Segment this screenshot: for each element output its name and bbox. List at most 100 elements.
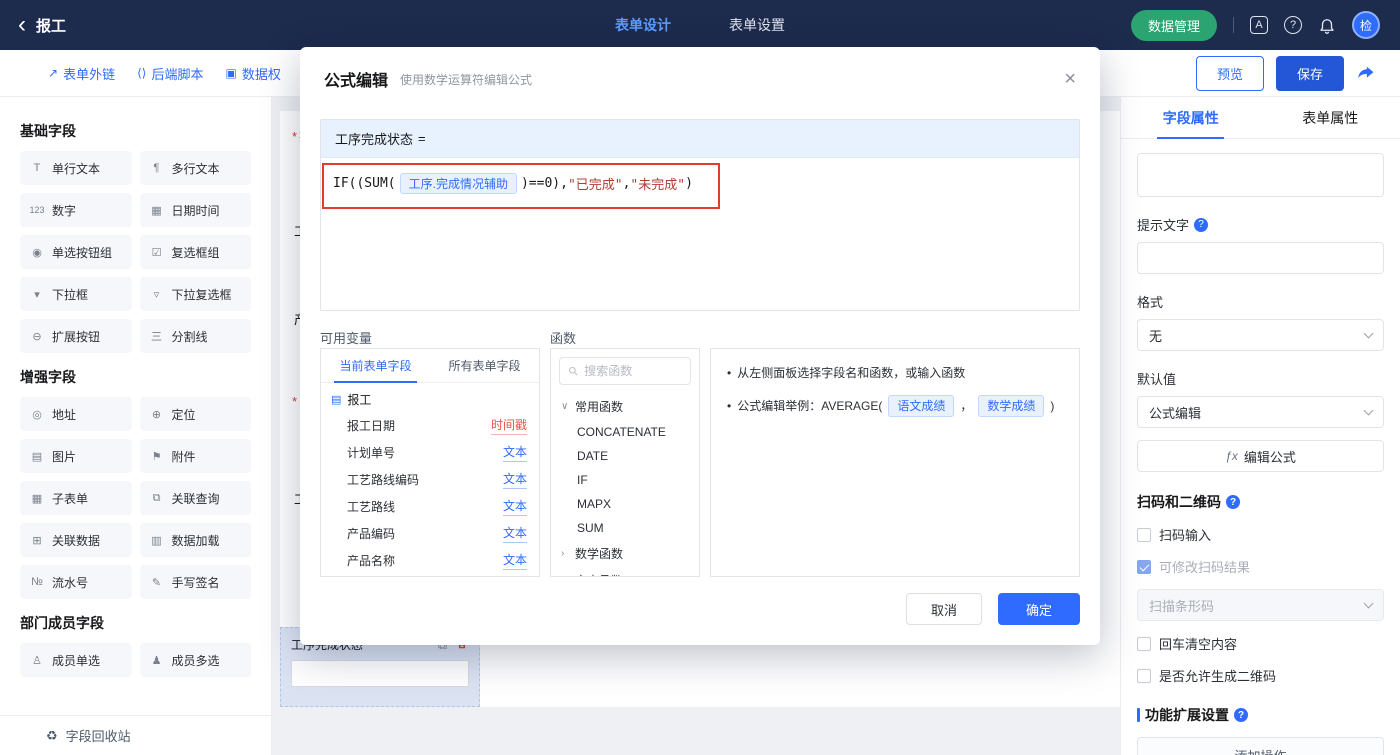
preview-button[interactable]: 预览: [1195, 55, 1264, 91]
tab-form-design[interactable]: 表单设计: [615, 15, 671, 35]
translate-icon[interactable]: A: [1250, 16, 1268, 34]
help-icon[interactable]: ?: [1284, 16, 1302, 34]
field-item-label: 附件: [171, 449, 196, 464]
field-item-label: 日期时间: [171, 203, 220, 218]
sidebar-item-dropdown[interactable]: ▾ 下拉框: [20, 277, 132, 311]
sidebar-item-checkbox-group[interactable]: ☑ 复选框组: [139, 235, 251, 269]
edit-formula-button[interactable]: ƒx 编辑公式: [1137, 440, 1384, 472]
variable-item[interactable]: 产品名称 文本: [321, 547, 539, 574]
checkbox-row-enter-clear[interactable]: 回车清空内容: [1137, 634, 1384, 653]
sidebar-item-dropdown-multi[interactable]: ▿ 下拉复选框: [139, 277, 251, 311]
function-item[interactable]: CONCATENATE: [551, 420, 699, 444]
notification-bell-icon[interactable]: [1318, 16, 1336, 34]
chevron-down-icon: [1363, 405, 1374, 416]
help-icon[interactable]: ?: [1226, 495, 1240, 509]
function-item[interactable]: IF: [551, 468, 699, 492]
sidebar-item-radio-group[interactable]: ◉ 单选按钮组: [20, 235, 132, 269]
share-icon[interactable]: [1356, 63, 1376, 83]
format-select[interactable]: 无: [1137, 319, 1384, 351]
cancel-button[interactable]: 取消: [906, 593, 982, 625]
form-external-link-button[interactable]: ↗ 表单外链: [48, 64, 115, 83]
add-action-button[interactable]: 添加操作: [1137, 737, 1384, 755]
variable-item[interactable]: 工艺路线 文本: [321, 493, 539, 520]
sidebar-item-linked-data[interactable]: ⊞ 关联数据: [20, 523, 132, 557]
function-item[interactable]: MAPX: [551, 492, 699, 516]
confirm-button[interactable]: 确定: [998, 593, 1080, 625]
default-value-label: 默认值: [1137, 369, 1384, 388]
sidebar-item-serial-number[interactable]: № 流水号: [20, 565, 132, 599]
checkbox-row-scan-input[interactable]: 扫码输入: [1137, 525, 1384, 544]
help-icon[interactable]: ?: [1194, 217, 1209, 232]
variable-item[interactable]: 报工日期 时间戳: [321, 412, 539, 439]
back-icon[interactable]: ‹: [18, 13, 26, 37]
form-tree-root[interactable]: ▤ 报工: [321, 383, 539, 412]
search-icon: [569, 366, 578, 376]
field-chip[interactable]: 工序.完成情况辅助: [399, 173, 517, 194]
data-manage-button[interactable]: 数据管理: [1130, 9, 1217, 41]
scan-qrcode-section-title: 扫码和二维码 ?: [1137, 492, 1384, 512]
sidebar-item-single-line-text[interactable]: T 单行文本: [20, 151, 132, 185]
tab-current-form-fields[interactable]: 当前表单字段: [321, 349, 430, 383]
tab-field-properties[interactable]: 字段属性: [1121, 97, 1261, 139]
sidebar-item-subform[interactable]: ▦ 子表单: [20, 481, 132, 515]
form-tree-root-label: 报工: [347, 393, 372, 407]
sidebar-item-date-time[interactable]: ▦ 日期时间: [139, 193, 251, 227]
tab-all-form-fields[interactable]: 所有表单字段: [430, 349, 539, 382]
sidebar-item-address[interactable]: ◎ 地址: [20, 397, 132, 431]
field-title-input[interactable]: [1137, 153, 1384, 197]
checkbox-row-allow-qrcode[interactable]: 是否允许生成二维码: [1137, 666, 1384, 685]
sidebar-item-extend-button[interactable]: ⊖ 扩展按钮: [20, 319, 132, 353]
sidebar-item-number[interactable]: 123 数字: [20, 193, 132, 227]
hint-text-input[interactable]: [1137, 242, 1384, 274]
function-group-math[interactable]: › 数学函数: [551, 540, 699, 567]
function-search[interactable]: [559, 357, 691, 385]
function-group-text[interactable]: › 文本函数: [551, 567, 699, 576]
default-value-select[interactable]: 公式编辑: [1137, 396, 1384, 428]
function-search-input[interactable]: [584, 364, 682, 378]
function-group-common[interactable]: ∨ 常用函数: [551, 393, 699, 420]
variable-item[interactable]: 工艺路线编码 文本: [321, 466, 539, 493]
save-button[interactable]: 保存: [1275, 55, 1344, 91]
field-item-label: 地址: [52, 407, 77, 422]
enter-clear-checkbox[interactable]: [1137, 636, 1151, 651]
field-palette-sidebar: 基础字段 T 单行文本 ¶ 多行文本 123 数字 ▦ 日期时间 ◉ 单选按钮组 ☑ 复选框…: [0, 97, 272, 755]
field-item-label: 数据加载: [171, 533, 220, 548]
function-item[interactable]: SUM: [551, 516, 699, 540]
extend-button-icon: ⊖: [32, 330, 42, 343]
help-icon[interactable]: ?: [1234, 708, 1248, 722]
type-badge: 文本: [502, 497, 527, 516]
sidebar-item-linked-query[interactable]: ⧉ 关联查询: [139, 481, 251, 515]
sidebar-item-location[interactable]: ⊕ 定位: [139, 397, 251, 431]
sidebar-item-signature[interactable]: ✎ 手写签名: [139, 565, 251, 599]
extension-settings-section-title: 功能扩展设置 ?: [1137, 705, 1384, 725]
close-icon[interactable]: ×: [1064, 69, 1076, 89]
tab-form-properties[interactable]: 表单属性: [1261, 97, 1400, 138]
data-permission-label: 数据权: [241, 66, 281, 82]
backend-script-button[interactable]: ⟨⟩ 后端脚本: [137, 64, 203, 83]
formula-input-area[interactable]: IF((SUM(工序.完成情况辅助)==0), "已完成", "未完成"): [321, 158, 1079, 209]
section-title-member-fields: 部门成员字段: [20, 615, 104, 631]
sidebar-item-member-single[interactable]: ♙ 成员单选: [20, 643, 132, 677]
section-accent-bar: [1137, 708, 1140, 722]
sidebar-item-data-load[interactable]: ▥ 数据加载: [139, 523, 251, 557]
bullet-icon: •: [727, 399, 732, 413]
avatar[interactable]: 检: [1352, 11, 1380, 39]
field-recycle-bin[interactable]: ♻ 字段回收站: [0, 715, 271, 755]
variable-name: 工艺路线: [347, 500, 396, 514]
sidebar-item-image[interactable]: ▤ 图片: [20, 439, 132, 473]
tab-form-settings[interactable]: 表单设置: [729, 15, 785, 35]
function-item[interactable]: DATE: [551, 444, 699, 468]
label-text: 默认值: [1137, 372, 1177, 387]
data-permission-button[interactable]: ▣ 数据权: [225, 64, 280, 83]
sidebar-item-divider[interactable]: 三分割线: [139, 319, 251, 353]
sidebar-item-member-multi[interactable]: ♟ 成员多选: [139, 643, 251, 677]
sidebar-item-attachment[interactable]: ⚑ 附件: [139, 439, 251, 473]
allow-qrcode-checkbox[interactable]: [1137, 668, 1151, 683]
sidebar-item-multi-line-text[interactable]: ¶ 多行文本: [139, 151, 251, 185]
type-badge: 文本: [502, 443, 527, 462]
variable-item[interactable]: 计划单号 文本: [321, 439, 539, 466]
variable-item[interactable]: 产品编码 文本: [321, 520, 539, 547]
format-label: 格式: [1137, 292, 1384, 311]
scan-input-checkbox[interactable]: [1137, 527, 1151, 542]
radio-icon: ◉: [32, 246, 42, 259]
